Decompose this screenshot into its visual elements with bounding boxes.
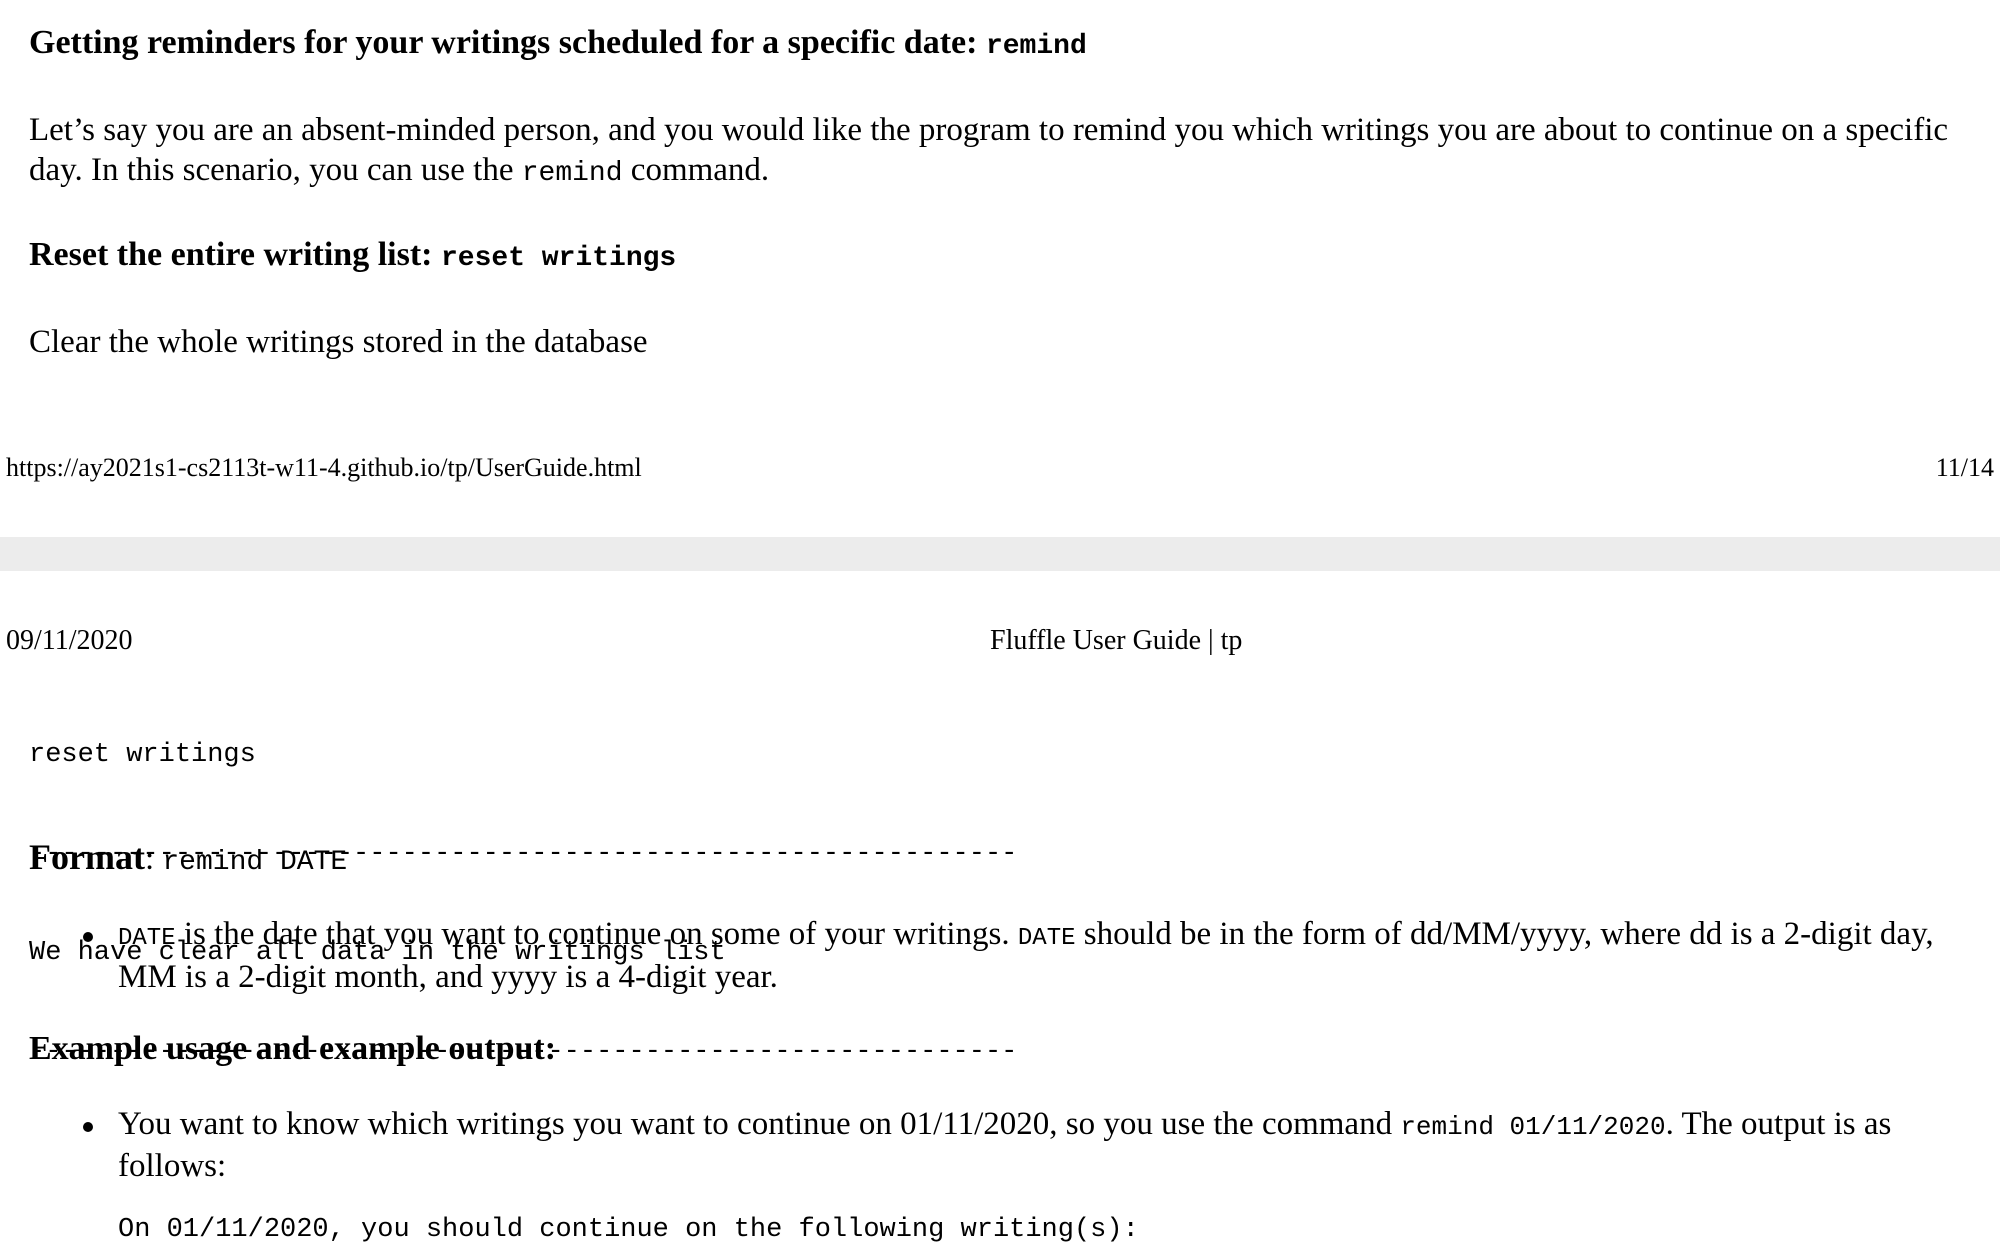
inline-code: remind 01/11/2020: [1400, 1112, 1666, 1142]
inline-code: remind: [521, 158, 623, 189]
heading-text: Reset the entire writing list:: [29, 236, 441, 273]
section-heading-remind: Getting reminders for your writings sche…: [29, 23, 1087, 67]
bullet-text: You want to know which writings you want…: [118, 1106, 1401, 1142]
format-line: Format: remind DATE: [29, 835, 347, 887]
example-output-line: On 01/11/2020, you should continue on th…: [118, 1215, 1139, 1245]
format-code: remind DATE: [162, 847, 348, 878]
header-title: Fluffle User Guide | tp: [990, 625, 1243, 656]
heading-text: Getting reminders for your writings sche…: [29, 24, 986, 61]
para-text-before: Let’s say you are an absent-minded perso…: [29, 112, 1949, 188]
code-line: reset writings: [29, 740, 256, 770]
bullet-text: is the date that you want to continue on…: [175, 916, 1018, 952]
footer-page-number: 11/14: [1935, 453, 1994, 482]
example-heading: Example usage and example output:: [29, 1030, 557, 1067]
format-label: Format: [29, 837, 145, 877]
bullet-point: [83, 1122, 93, 1132]
bullet-point: [83, 932, 93, 942]
param-code: DATE: [1017, 925, 1076, 952]
remind-description: Let’s say you are an absent-minded perso…: [29, 110, 1984, 194]
param-code: DATE: [118, 925, 176, 952]
page-separator: [0, 537, 2000, 571]
reset-description: Clear the whole writings stored in the d…: [29, 324, 648, 360]
format-colon: :: [144, 841, 163, 877]
section-heading-reset: Reset the entire writing list: reset wri…: [29, 235, 676, 279]
para-text-after: command.: [622, 152, 770, 188]
header-date: 09/11/2020: [6, 625, 133, 656]
date-param-description: DATE is the date that you want to contin…: [118, 915, 1978, 997]
heading-code: reset writings: [440, 243, 677, 274]
footer-url: https://ay2021s1-cs2113t-w11-4.github.io…: [6, 453, 642, 482]
heading-code: remind: [985, 31, 1087, 62]
example-description: You want to know which writings you want…: [118, 1105, 1978, 1186]
